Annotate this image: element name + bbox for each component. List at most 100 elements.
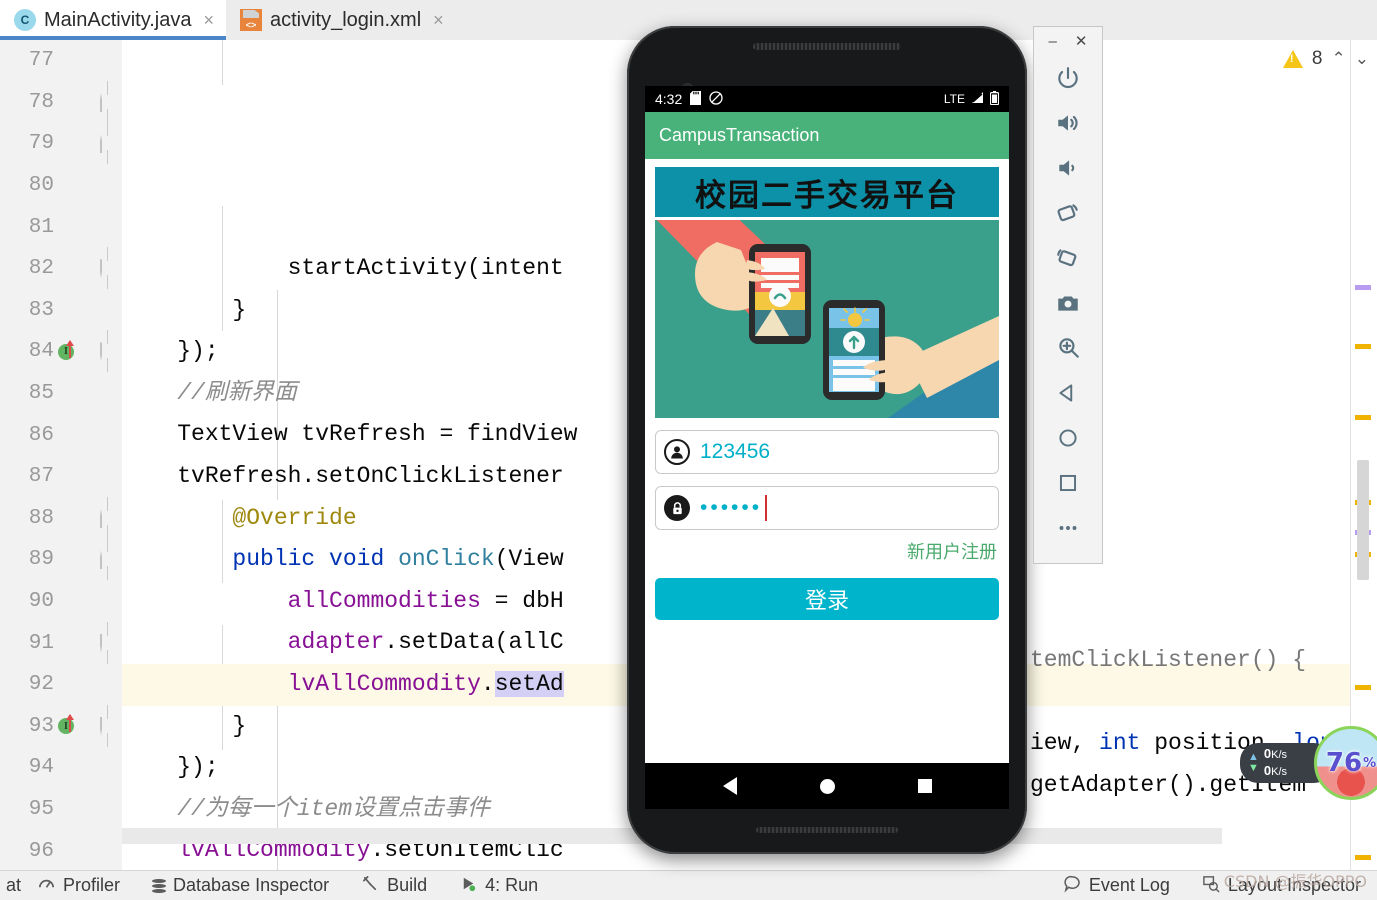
gutter-line[interactable]: 96 — [0, 830, 122, 870]
code-token: @Override — [122, 504, 357, 531]
gutter-line[interactable]: 95 — [0, 789, 122, 831]
rotate-left-icon[interactable] — [1045, 190, 1091, 235]
code-fold-marker[interactable] — [100, 247, 117, 290]
home-icon[interactable] — [1045, 415, 1091, 460]
code-token: setAd — [494, 670, 564, 697]
status-label: Profiler — [63, 875, 121, 895]
download-unit: K/s — [1271, 766, 1288, 778]
status-profiler[interactable]: Profiler — [21, 874, 136, 898]
status-event-log[interactable]: Event Log — [1047, 874, 1186, 898]
back-triangle-icon[interactable] — [722, 777, 737, 795]
android-emulator-device[interactable]: 4:32 LTE CampusTransaction 校园二手交易平台 1234… — [627, 26, 1027, 854]
profiler-icon — [37, 874, 56, 898]
code-token: . — [480, 670, 495, 697]
database-icon — [152, 878, 167, 893]
overview-icon[interactable] — [1045, 460, 1091, 505]
home-circle-icon[interactable] — [819, 778, 835, 794]
next-problem-icon[interactable]: ⌄ — [1355, 49, 1369, 69]
emulator-screen[interactable]: 4:32 LTE CampusTransaction 校园二手交易平台 1234… — [645, 86, 1009, 809]
rotate-right-icon[interactable] — [1045, 235, 1091, 280]
code-token: (View — [494, 546, 564, 573]
bottom-speaker-grill — [756, 827, 898, 833]
back-icon[interactable] — [1045, 370, 1091, 415]
banner-text: 校园二手交易平台 — [695, 177, 959, 214]
volume-down-icon[interactable] — [1045, 145, 1091, 190]
code-fold-marker[interactable] — [100, 122, 117, 165]
gutter-line[interactable]: 77 — [0, 40, 122, 82]
status-run[interactable]: 4: Run — [443, 874, 554, 898]
no-silent-icon — [709, 90, 723, 108]
status-build[interactable]: Build — [345, 874, 443, 898]
editor-scrollbar-thumb[interactable] — [1357, 460, 1369, 580]
prev-problem-icon[interactable]: ⌃ — [1332, 49, 1346, 69]
emulator-close-button[interactable]: ✕ — [1075, 32, 1088, 50]
gutter-line[interactable]: 85 — [0, 373, 122, 415]
gutter-line[interactable]: 86 — [0, 414, 122, 456]
power-icon[interactable] — [1045, 55, 1091, 100]
emulator-window-controls: – ✕ — [1034, 27, 1102, 55]
camera-icon[interactable] — [1045, 280, 1091, 325]
gutter-line[interactable]: 89 — [0, 538, 122, 581]
editor-gutter[interactable]: 77 78 79 80 81 82 83 84 I 85 86 87 88 89 90 91 92 93 I 94 95… — [0, 40, 122, 870]
login-button[interactable]: 登录 — [655, 578, 999, 620]
gutter-line[interactable]: 83 — [0, 290, 122, 332]
line-number: 83 — [28, 298, 54, 322]
code-token: .setData(allC — [384, 629, 564, 656]
gutter-line[interactable]: 93 I — [0, 704, 122, 748]
implements-method-icon[interactable]: I — [58, 714, 76, 735]
battery-percent-orb[interactable]: 76 % — [1314, 726, 1377, 800]
warning-count: 8 — [1311, 48, 1323, 69]
gutter-line[interactable]: 79 — [0, 122, 122, 165]
code-token: iew, — [1030, 730, 1100, 756]
status-label: Database Inspector — [173, 875, 330, 895]
tab-close-icon[interactable]: × — [433, 10, 444, 31]
code-fold-marker[interactable] — [100, 496, 117, 539]
status-label: Layout Inspector — [1227, 875, 1361, 895]
gutter-line[interactable]: 88 — [0, 496, 122, 540]
build-hammer-icon — [361, 874, 380, 898]
tab-activity-login-xml[interactable]: <> activity_login.xml × — [226, 0, 456, 40]
status-database-inspector[interactable]: Database Inspector — [136, 875, 345, 896]
code-fold-marker[interactable] — [100, 704, 117, 747]
line-number: 84 — [28, 340, 54, 364]
emulator-minimize-button[interactable]: – — [1049, 33, 1057, 50]
code-token: //刷新界面 — [122, 379, 297, 406]
gutter-line[interactable]: 81 — [0, 206, 122, 248]
gutter-line[interactable]: 94 — [0, 747, 122, 789]
code-fold-marker[interactable] — [100, 330, 117, 373]
zoom-icon[interactable] — [1045, 325, 1091, 370]
recents-square-icon[interactable] — [917, 779, 932, 793]
volume-up-icon[interactable] — [1045, 100, 1091, 145]
status-left-truncated[interactable]: at — [0, 875, 21, 896]
run-play-icon — [459, 874, 478, 898]
code-fold-marker[interactable] — [100, 80, 117, 123]
username-field[interactable]: 123456 — [655, 430, 999, 474]
tab-close-icon[interactable]: × — [203, 10, 214, 31]
implements-method-icon[interactable]: I — [58, 339, 76, 361]
gutter-line[interactable]: 84 I — [0, 330, 122, 373]
code-token: onClick — [398, 546, 495, 573]
tab-mainactivity-java[interactable]: C MainActivity.java × — [0, 0, 226, 40]
status-label: Event Log — [1088, 875, 1170, 895]
device-navigation-bar[interactable] — [645, 763, 1009, 809]
gutter-line[interactable]: 87 — [0, 456, 122, 498]
password-field[interactable]: •••••• — [655, 486, 999, 530]
code-fold-marker[interactable] — [100, 621, 117, 664]
gutter-line[interactable]: 92 — [0, 664, 122, 706]
login-button-label: 登录 — [804, 589, 849, 614]
register-link[interactable]: 新用户注册 — [645, 538, 997, 564]
network-speed-widget[interactable]: ▲ ▼ 0K/s 0K/s 76 % — [1240, 726, 1377, 800]
code-fold-marker[interactable] — [100, 538, 117, 581]
gutter-line[interactable]: 78 — [0, 80, 122, 124]
gutter-line[interactable]: 90 — [0, 581, 122, 623]
line-number: 80 — [28, 174, 54, 198]
gutter-line[interactable]: 82 — [0, 247, 122, 290]
code-token: = dbH — [480, 587, 564, 614]
gutter-line[interactable]: 91 — [0, 621, 122, 664]
gutter-line[interactable]: 80 — [0, 165, 122, 207]
more-icon[interactable] — [1045, 505, 1091, 550]
status-layout-inspector[interactable]: Layout Inspector — [1186, 874, 1377, 898]
